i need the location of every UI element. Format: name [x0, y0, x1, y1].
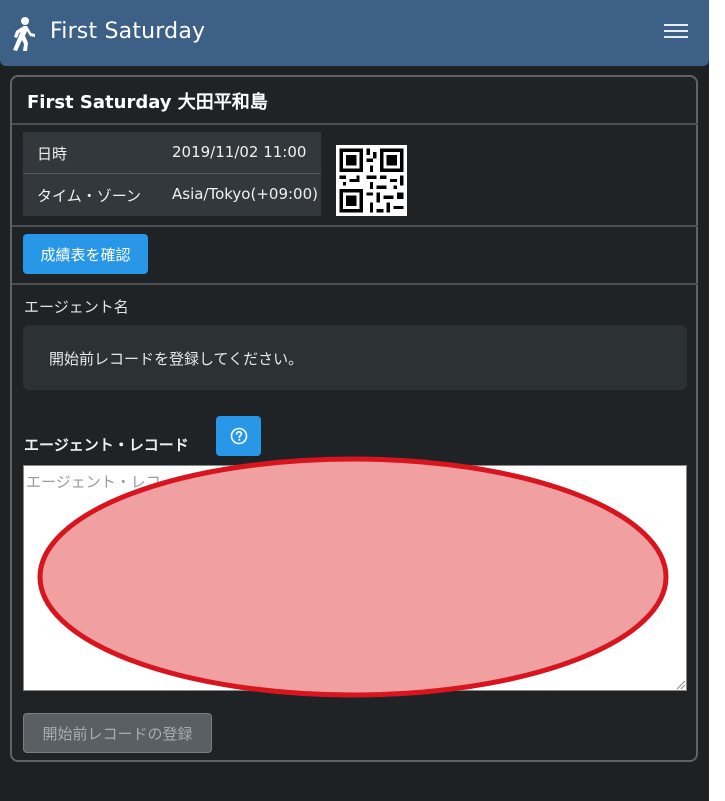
notice-box: 開始前レコードを登録してください。	[23, 325, 687, 390]
timezone-label: タイム・ゾーン	[37, 187, 141, 205]
resize-handle-icon[interactable]	[674, 678, 686, 690]
agent-name-label: エージェント名	[24, 298, 129, 316]
agent-record-textarea[interactable]	[23, 465, 687, 691]
date-value: 2019/11/02 11:00	[172, 143, 307, 161]
help-button[interactable]	[216, 416, 261, 456]
notice-text: 開始前レコードを登録してください。	[49, 350, 304, 368]
event-info-table: 日時 2019/11/02 11:00 タイム・ゾーン Asia/Tokyo(+…	[23, 132, 321, 216]
table-row: 日時 2019/11/02 11:00	[23, 132, 321, 173]
question-circle-icon	[230, 427, 247, 445]
divider	[12, 123, 698, 125]
agent-record-label: エージェント・レコード	[24, 436, 189, 454]
register-record-button[interactable]: 開始前レコードの登録	[23, 713, 212, 753]
table-row: タイム・ゾーン Asia/Tokyo(+09:00)	[23, 174, 321, 215]
qr-code-icon	[336, 145, 407, 216]
event-title: First Saturday 大田平和島	[27, 92, 268, 113]
scrollbar[interactable]	[709, 0, 725, 801]
date-label: 日時	[37, 145, 68, 163]
view-results-button[interactable]: 成績表を確認	[23, 234, 148, 274]
hamburger-menu-icon[interactable]	[664, 24, 688, 42]
app-title[interactable]: First Saturday	[50, 19, 205, 44]
walking-person-icon	[13, 17, 35, 51]
divider	[12, 225, 698, 227]
divider	[12, 283, 698, 285]
timezone-value: Asia/Tokyo(+09:00)	[172, 185, 318, 203]
top-navbar: First Saturday	[0, 0, 709, 66]
